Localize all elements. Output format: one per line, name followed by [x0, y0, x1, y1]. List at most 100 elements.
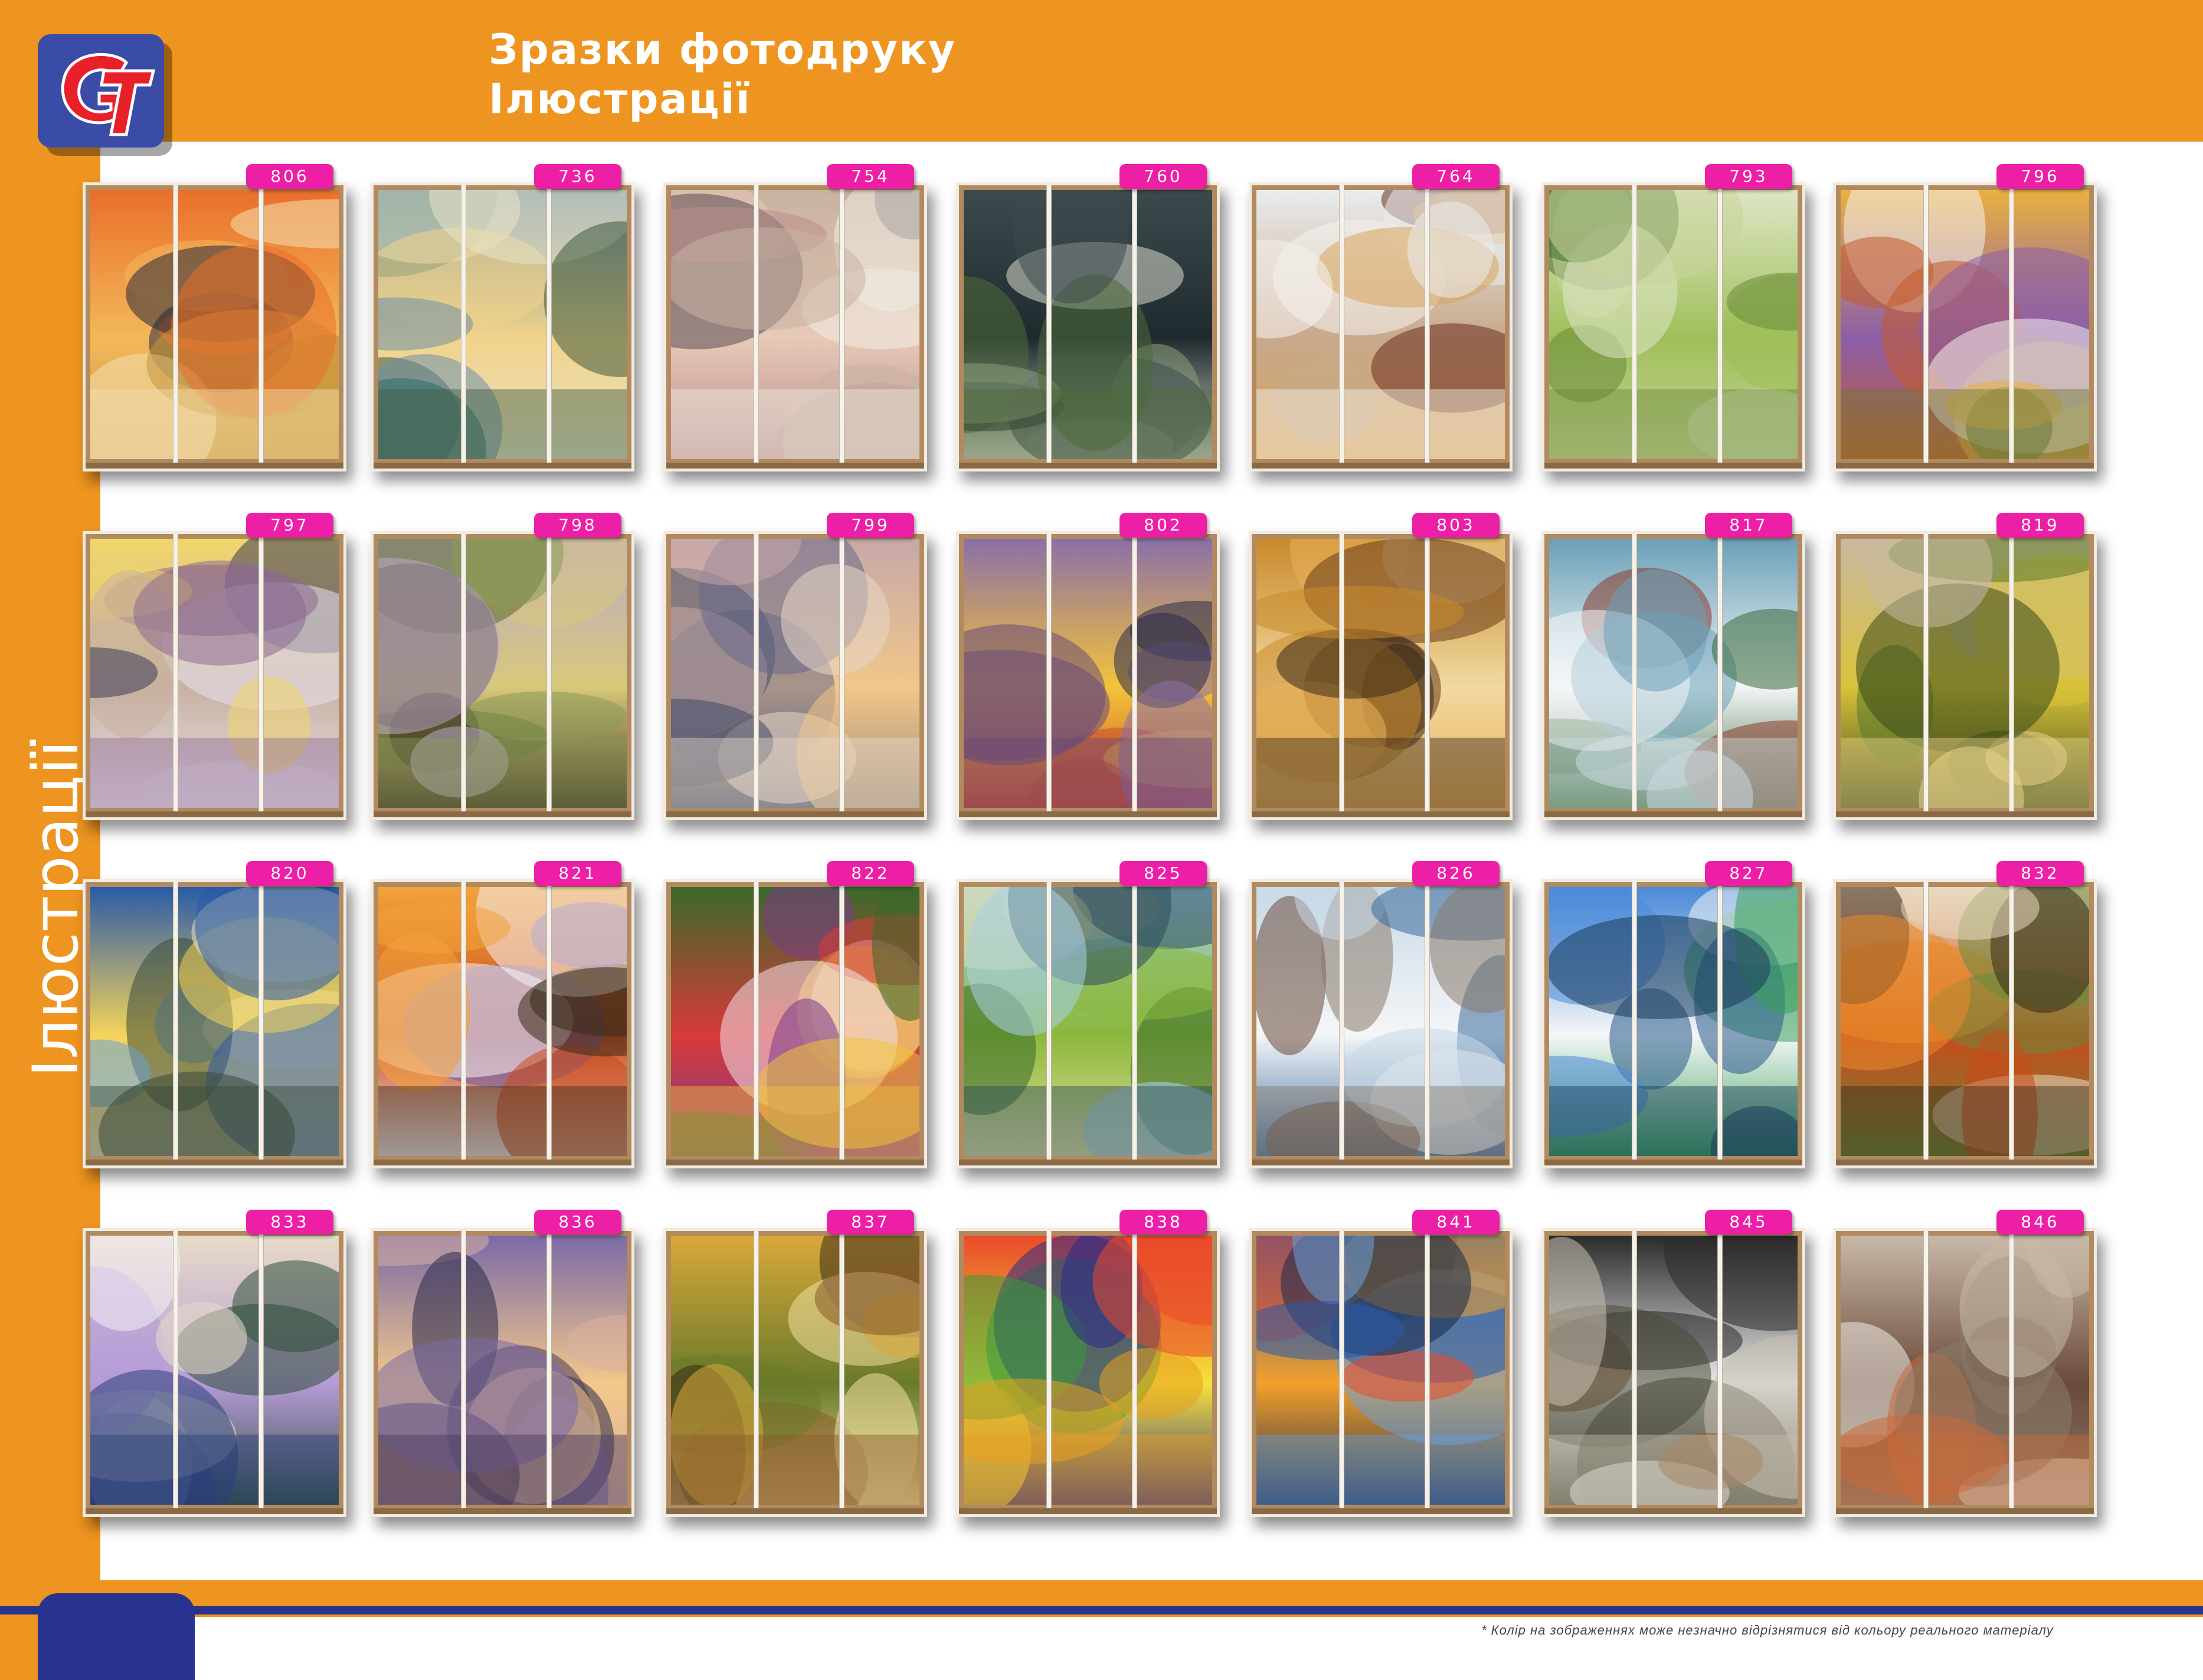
door-divider	[754, 185, 759, 469]
photo-print-image	[378, 887, 627, 1156]
photo-print-image	[1549, 1236, 1798, 1505]
wardrobe-preview	[663, 182, 927, 471]
door-divider	[1046, 534, 1052, 817]
door-divider	[1425, 185, 1430, 469]
door-divider	[1339, 534, 1344, 817]
sample-card[interactable]: 817	[1541, 513, 1805, 826]
wardrobe-preview	[1541, 1228, 1805, 1517]
photo-print-image	[90, 887, 339, 1156]
door-divider	[1717, 882, 1723, 1165]
sample-card[interactable]: 806	[83, 164, 346, 477]
footer-stripe	[0, 1606, 2203, 1614]
photo-print-image	[378, 190, 627, 459]
wardrobe-preview	[1249, 531, 1513, 820]
photo-print-image	[90, 190, 339, 459]
photo-print-image	[378, 539, 627, 808]
photo-print-image	[964, 190, 1212, 459]
sample-card[interactable]: 826	[1249, 861, 1513, 1174]
wardrobe-plinth	[86, 1508, 343, 1514]
sample-card[interactable]: 845	[1541, 1210, 1805, 1523]
sample-card[interactable]: 793	[1541, 164, 1805, 477]
wardrobe-plinth	[959, 1160, 1217, 1165]
gt-logo-icon[interactable]	[38, 34, 164, 148]
wardrobe-plinth	[374, 463, 631, 469]
photo-print-image	[1256, 539, 1505, 808]
sample-code-badge: 832	[1996, 861, 2084, 886]
wardrobe-plinth	[1252, 811, 1510, 817]
sample-card[interactable]: 796	[1833, 164, 2097, 477]
sample-card[interactable]: 819	[1833, 513, 2097, 826]
sample-card[interactable]: 825	[956, 861, 1220, 1174]
sample-card[interactable]: 799	[663, 513, 927, 826]
sample-card[interactable]: 827	[1541, 861, 1805, 1174]
door-divider	[1046, 1231, 1052, 1514]
door-divider	[173, 882, 178, 1165]
wardrobe-preview	[371, 879, 634, 1168]
door-divider	[839, 185, 844, 469]
wardrobe-plinth	[1544, 1160, 1802, 1165]
wardrobe-plinth	[1836, 463, 2094, 469]
sample-card[interactable]: 838	[956, 1210, 1220, 1523]
sample-card[interactable]: 736	[371, 164, 634, 477]
sample-card[interactable]: 821	[371, 861, 634, 1174]
wardrobe-plinth	[86, 811, 343, 817]
sample-code-badge: 822	[827, 861, 914, 886]
sample-code-badge: 736	[534, 164, 621, 189]
door-divider	[546, 185, 552, 469]
sample-code-badge: 754	[827, 164, 914, 189]
wardrobe-preview	[1249, 1228, 1513, 1517]
photo-print-image	[671, 887, 919, 1156]
door-divider	[1132, 882, 1137, 1165]
sample-code-badge: 820	[246, 861, 333, 886]
sample-card[interactable]: 820	[83, 861, 346, 1174]
door-divider	[1717, 185, 1723, 469]
sample-card[interactable]: 803	[1249, 513, 1513, 826]
sample-card[interactable]: 822	[663, 861, 927, 1174]
sample-card[interactable]: 764	[1249, 164, 1513, 477]
sample-code-badge: 845	[1705, 1210, 1792, 1234]
wardrobe-preview	[83, 182, 346, 471]
photo-print-image	[964, 887, 1212, 1156]
wardrobe-plinth	[1836, 1160, 2094, 1165]
sample-code-badge: 821	[534, 861, 621, 886]
photo-print-image	[671, 190, 919, 459]
wardrobe-preview	[1541, 531, 1805, 820]
sample-card[interactable]: 846	[1833, 1210, 2097, 1523]
gt-logo-glyph	[41, 38, 161, 144]
sample-code-badge: 846	[1996, 1210, 2084, 1234]
sample-card[interactable]: 841	[1249, 1210, 1513, 1523]
sample-card[interactable]: 760	[956, 164, 1220, 477]
sample-code-badge: 826	[1412, 861, 1500, 886]
door-divider	[461, 1231, 466, 1514]
door-divider	[1046, 185, 1052, 469]
sample-card[interactable]: 833	[83, 1210, 346, 1523]
sample-card[interactable]: 798	[371, 513, 634, 826]
wardrobe-preview	[1249, 182, 1513, 471]
page-title: Зразки фотодруку Ілюстрації	[489, 25, 956, 124]
sample-card[interactable]: 802	[956, 513, 1220, 826]
photo-print-image	[1549, 190, 1798, 459]
sample-card[interactable]: 797	[83, 513, 346, 826]
sample-card[interactable]: 836	[371, 1210, 634, 1523]
sample-code-badge: 793	[1705, 164, 1792, 189]
wardrobe-plinth	[666, 1160, 924, 1165]
wardrobe-preview	[1833, 531, 2097, 820]
photo-print-image	[671, 539, 919, 808]
door-divider	[461, 534, 466, 817]
photo-print-image	[1841, 539, 2089, 808]
wardrobe-preview	[371, 1228, 634, 1517]
wardrobe-preview	[956, 182, 1220, 471]
door-divider	[546, 882, 552, 1165]
door-divider	[1425, 534, 1430, 817]
door-divider	[1717, 534, 1723, 817]
photo-print-image	[90, 539, 339, 808]
footer-tab	[38, 1593, 195, 1680]
door-divider	[1923, 1231, 1929, 1514]
door-divider	[1339, 1231, 1344, 1514]
sample-code-badge: 817	[1705, 513, 1792, 538]
sample-card[interactable]: 832	[1833, 861, 2097, 1174]
sample-card[interactable]: 837	[663, 1210, 927, 1523]
sample-card[interactable]: 754	[663, 164, 927, 477]
door-divider	[1046, 882, 1052, 1165]
door-divider	[461, 185, 466, 469]
